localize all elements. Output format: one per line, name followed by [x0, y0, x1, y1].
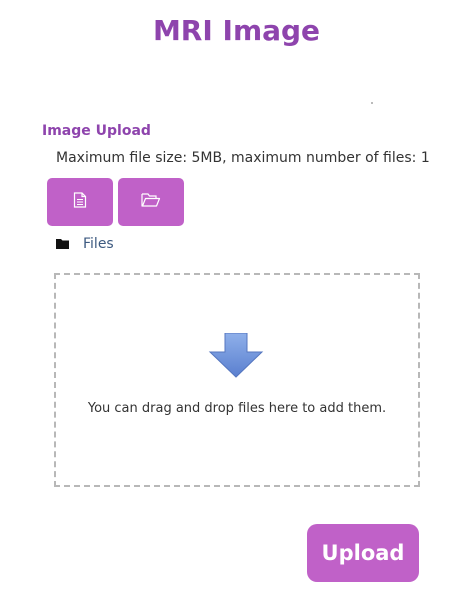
page-title: MRI Image	[152, 14, 321, 47]
files-label: Files	[83, 235, 114, 252]
folder-icon	[56, 234, 69, 253]
folder-open-icon	[141, 192, 161, 212]
decorative-dot	[371, 102, 373, 104]
file-dropzone[interactable]: You can drag and drop files here to add …	[54, 273, 420, 487]
upload-button[interactable]: Upload	[307, 524, 419, 582]
files-tree-root[interactable]: Files	[56, 234, 114, 253]
page: MRI Image Image Upload Maximum file size…	[0, 0, 473, 589]
create-folder-button[interactable]	[118, 178, 184, 226]
image-upload-label: Image Upload	[42, 123, 151, 139]
dropzone-instruction: You can drag and drop files here to add …	[87, 401, 387, 416]
down-arrow-icon	[206, 332, 266, 383]
upload-limits-text: Maximum file size: 5MB, maximum number o…	[56, 150, 430, 166]
file-icon	[73, 192, 87, 212]
add-file-button[interactable]	[47, 178, 113, 226]
